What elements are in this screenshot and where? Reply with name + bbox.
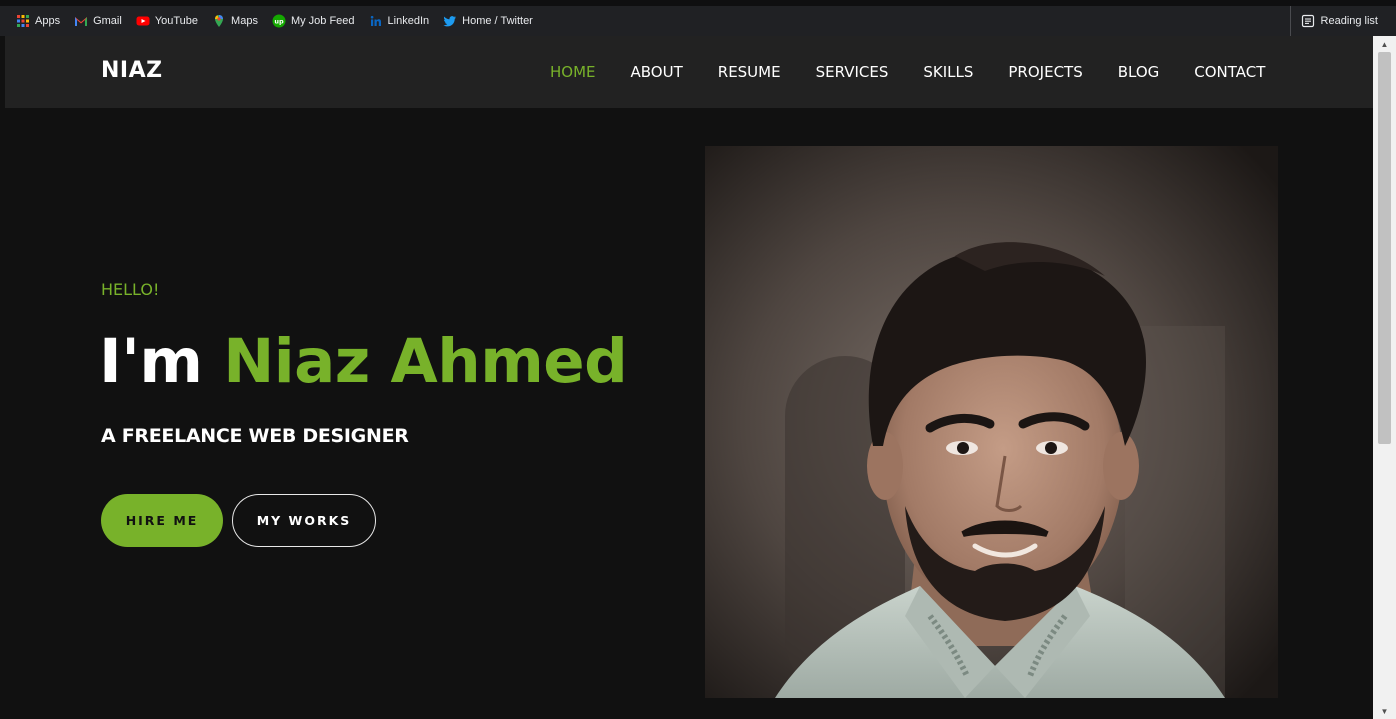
nav-home[interactable]: HOME [550,63,596,81]
site-navbar: NIAZ HOME ABOUT RESUME SERVICES SKILLS P… [5,36,1373,108]
scroll-down-arrow-icon[interactable]: ▼ [1373,703,1396,719]
linkedin-icon [369,14,383,28]
bookmark-label: Maps [231,15,258,27]
headline-name: Niaz Ahmed [223,326,628,397]
bookmark-label: LinkedIn [387,15,430,27]
youtube-icon [136,14,150,28]
bookmark-apps[interactable]: Apps [16,14,60,28]
headline-prefix: I'm [99,326,203,397]
upwork-icon: up [272,14,286,28]
hire-me-button[interactable]: HIRE ME [101,494,223,547]
my-works-button[interactable]: MY WORKS [232,494,376,547]
bookmark-label: Apps [35,15,61,27]
nav-projects[interactable]: PROJECTS [1008,63,1082,81]
reading-list-button[interactable]: Reading list [1289,6,1378,36]
bookmark-label: Gmail [93,15,122,27]
page-scrollbar[interactable]: ▲ ▼ [1373,36,1396,719]
svg-text:up: up [274,17,284,25]
nav-about[interactable]: ABOUT [631,63,683,81]
bookmark-gmail[interactable]: Gmail [74,14,122,28]
hero-headline: I'm Niaz Ahmed [99,326,628,398]
bookmark-twitter[interactable]: Home / Twitter [443,14,533,28]
reading-list-icon [1301,14,1315,28]
bookmark-linkedin[interactable]: LinkedIn [369,14,430,28]
bookmark-job-feed[interactable]: up My Job Feed [272,14,355,28]
bookmarks-bar: Apps Gmail YouTube Maps up My Job Feed L… [0,0,1396,36]
nav-skills[interactable]: SKILLS [923,63,973,81]
bookmark-label: My Job Feed [290,15,355,27]
nav-blog[interactable]: BLOG [1118,63,1160,81]
twitter-icon [443,14,457,28]
bookmark-label: Home / Twitter [462,15,533,27]
nav-services[interactable]: SERVICES [816,63,889,81]
bookmark-label: YouTube [154,15,199,27]
hero-greeting: HELLO! [101,280,160,299]
bookmark-maps[interactable]: Maps [212,14,258,28]
main-nav: HOME ABOUT RESUME SERVICES SKILLS PROJEC… [550,36,1300,108]
reading-list-label: Reading list [1320,15,1378,27]
nav-contact[interactable]: CONTACT [1194,63,1265,81]
bookmark-youtube[interactable]: YouTube [136,14,198,28]
apps-grid-icon [16,14,30,28]
scrollbar-thumb[interactable] [1378,52,1391,444]
portrait-photo [705,146,1278,698]
hero-subtitle: A FREELANCE WEB DESIGNER [101,425,409,447]
scroll-up-arrow-icon[interactable]: ▲ [1373,36,1396,52]
gmail-icon [74,14,88,28]
page-viewport: NIAZ HOME ABOUT RESUME SERVICES SKILLS P… [5,36,1373,719]
nav-resume[interactable]: RESUME [718,63,781,81]
maps-icon [212,14,226,28]
site-logo[interactable]: NIAZ [101,58,163,83]
